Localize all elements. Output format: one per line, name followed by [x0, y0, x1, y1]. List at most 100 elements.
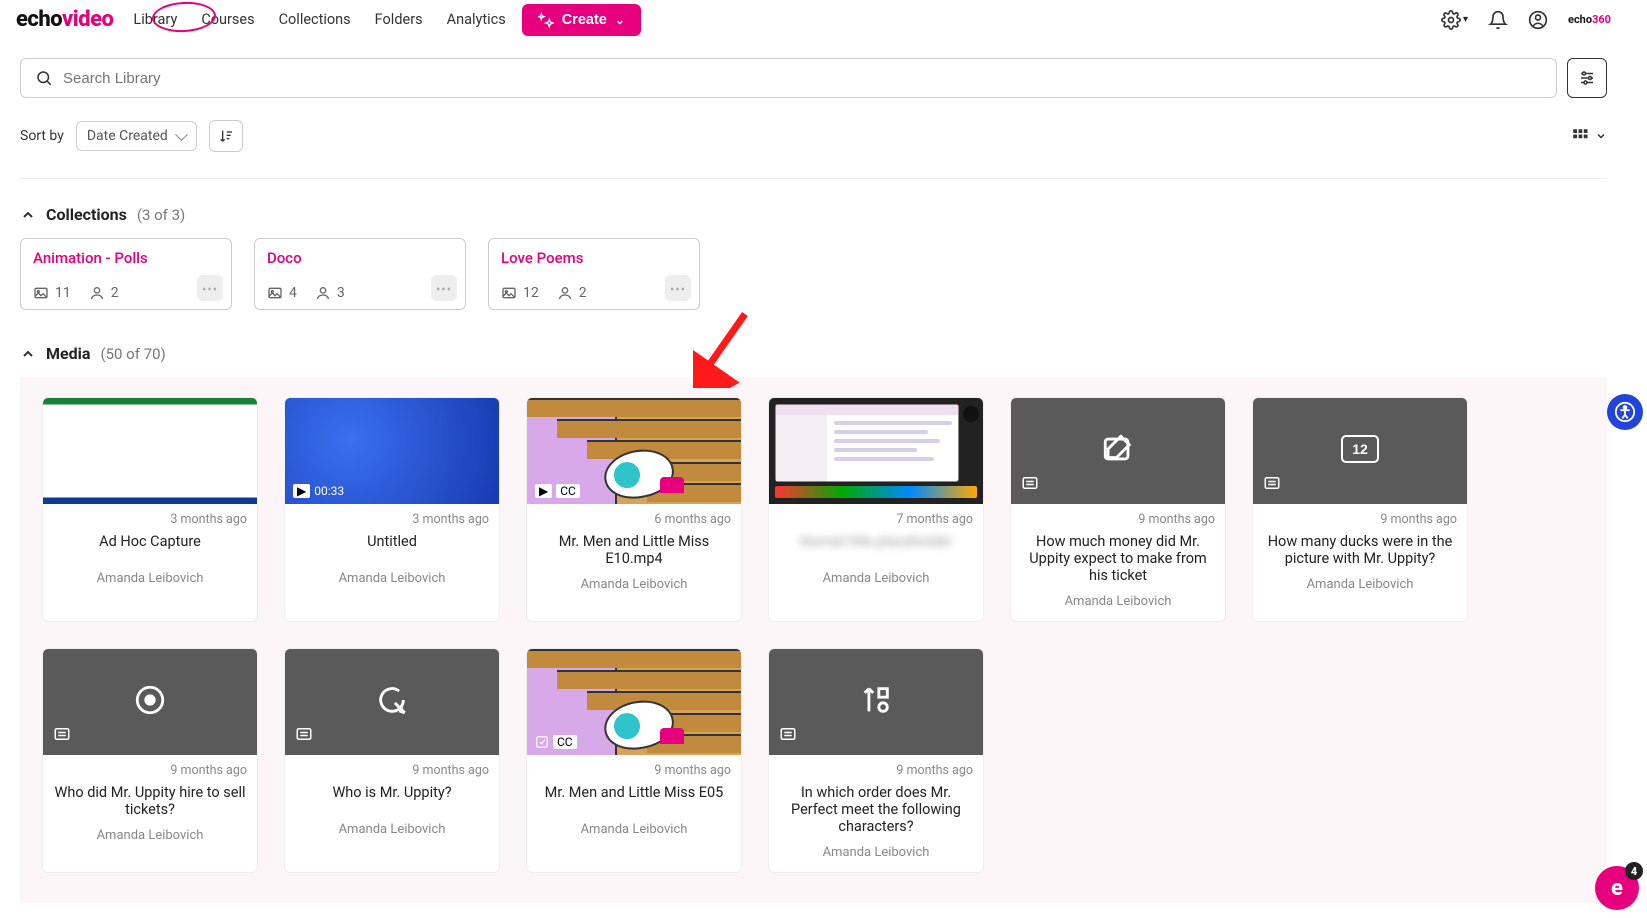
collection-card[interactable]: Animation - Polls 11 2 ⋯	[20, 238, 232, 310]
media-age: 9 months ago	[285, 755, 499, 778]
media-age: 3 months ago	[285, 504, 499, 527]
media-title[interactable]: Who is Mr. Uppity?	[285, 778, 499, 818]
media-title[interactable]: Mr. Men and Little Miss E05	[527, 778, 741, 818]
media-thumbnail[interactable]	[769, 649, 983, 755]
media-title[interactable]: Ad Hoc Capture	[43, 527, 257, 567]
media-thumbnail[interactable]	[43, 649, 257, 755]
media-title[interactable]: Who did Mr. Uppity hire to sell tickets?	[43, 778, 257, 824]
media-card[interactable]: ▶ CC 6 months ago Mr. Men and Little Mis…	[526, 397, 742, 622]
chevron-down-icon: ⌄	[615, 13, 625, 27]
media-card[interactable]: ▶ 00:33 3 months ago Untitled Amanda Lei…	[284, 397, 500, 622]
echo360-logo[interactable]: echo360	[1568, 13, 1611, 26]
media-card[interactable]: 3 months ago Ad Hoc Capture Amanda Leibo…	[42, 397, 258, 622]
collection-title[interactable]: Love Poems	[501, 249, 687, 267]
chevron-up-icon	[20, 346, 36, 362]
media-title[interactable]: Mr. Men and Little Miss E10.mp4	[527, 527, 741, 573]
search-icon	[35, 69, 53, 87]
media-thumbnail[interactable]: 12	[1253, 398, 1467, 504]
member-count: 3	[315, 285, 345, 301]
media-author: Amanda Leibovich	[43, 824, 257, 855]
search-box[interactable]	[20, 58, 1557, 98]
collections-title: Collections	[46, 205, 127, 224]
account-button[interactable]	[1528, 10, 1548, 30]
media-card[interactable]: 9 months ago How much money did Mr. Uppi…	[1010, 397, 1226, 622]
search-input[interactable]	[63, 70, 1542, 87]
media-card[interactable]: 9 months ago In which order does Mr. Per…	[768, 648, 984, 873]
media-author: Amanda Leibovich	[285, 567, 499, 598]
collection-menu-button[interactable]: ⋯	[431, 275, 457, 301]
media-thumbnail[interactable]: ▶ 00:33	[285, 398, 499, 504]
view-switch[interactable]	[1571, 127, 1607, 145]
top-header: echovideo Library Courses Collections Fo…	[0, 0, 1627, 40]
media-icon	[501, 285, 517, 301]
caret-down-icon: ▾	[1463, 14, 1468, 25]
sort-desc-icon	[218, 128, 234, 144]
media-title[interactable]: In which order does Mr. Perfect meet the…	[769, 778, 983, 841]
media-title[interactable]: How much money did Mr. Uppity expect to …	[1011, 527, 1225, 590]
collections-section-header[interactable]: Collections (3 of 3)	[20, 205, 1607, 224]
collection-menu-button[interactable]: ⋯	[665, 275, 691, 301]
help-button[interactable]: e 4	[1595, 866, 1639, 910]
media-thumbnail[interactable]	[285, 649, 499, 755]
media-author: Amanda Leibovich	[1253, 573, 1467, 604]
media-thumbnail[interactable]	[43, 398, 257, 504]
media-section-header[interactable]: Media (50 of 70)	[20, 344, 1607, 363]
media-thumbnail[interactable]	[769, 398, 983, 504]
collection-title[interactable]: Doco	[267, 249, 453, 267]
media-author: Amanda Leibovich	[285, 818, 499, 849]
users-icon	[315, 285, 331, 301]
settings-menu[interactable]: ▾	[1441, 10, 1468, 30]
gear-icon	[1441, 10, 1461, 30]
grid-icon	[1571, 127, 1589, 145]
collection-title[interactable]: Animation - Polls	[33, 249, 219, 267]
filter-button[interactable]	[1567, 58, 1607, 98]
media-age: 3 months ago	[43, 504, 257, 527]
notifications-button[interactable]	[1488, 10, 1508, 30]
collection-card[interactable]: Doco 4 3 ⋯	[254, 238, 466, 310]
nav-library[interactable]: Library	[131, 7, 179, 32]
media-icon	[33, 285, 49, 301]
collection-menu-button[interactable]: ⋯	[197, 275, 223, 301]
media-card[interactable]: 7 months ago blurred title placeholder A…	[768, 397, 984, 622]
nav-collections[interactable]: Collections	[277, 7, 353, 32]
chevron-down-icon	[1595, 130, 1607, 142]
media-age: 9 months ago	[769, 755, 983, 778]
collection-card[interactable]: Love Poems 12 2 ⋯	[488, 238, 700, 310]
sort-label: Sort by	[20, 128, 64, 144]
media-card[interactable]: 9 months ago Who did Mr. Uppity hire to …	[42, 648, 258, 873]
nav-courses[interactable]: Courses	[199, 7, 256, 32]
item-count: 11	[33, 285, 71, 301]
media-thumbnail[interactable]: CC	[527, 649, 741, 755]
collections-count: (3 of 3)	[137, 206, 185, 224]
media-icon	[267, 285, 283, 301]
sort-select[interactable]: Date Created	[76, 121, 197, 151]
media-title[interactable]: How many ducks were in the picture with …	[1253, 527, 1467, 573]
media-title[interactable]: Untitled	[285, 527, 499, 567]
chevron-up-icon	[20, 207, 36, 223]
accessibility-button[interactable]	[1607, 394, 1643, 430]
accessibility-icon	[1614, 401, 1636, 423]
collection-stats: 12 2	[501, 285, 687, 301]
media-card[interactable]: CC 9 months ago Mr. Men and Little Miss …	[526, 648, 742, 873]
member-count: 2	[557, 285, 587, 301]
create-label: Create	[562, 12, 607, 28]
nav-folders[interactable]: Folders	[373, 7, 425, 32]
media-author: Amanda Leibovich	[1011, 590, 1225, 621]
media-title[interactable]: blurred title placeholder	[769, 527, 983, 567]
create-button[interactable]: Create ⌄	[522, 4, 641, 36]
collection-stats: 11 2	[33, 285, 219, 301]
brand-logo[interactable]: echovideo	[16, 7, 113, 32]
user-circle-icon	[1528, 10, 1548, 30]
media-author: Amanda Leibovich	[769, 567, 983, 598]
users-icon	[89, 285, 105, 301]
media-thumbnail[interactable]	[1011, 398, 1225, 504]
sort-direction-button[interactable]	[209, 120, 243, 152]
svg-text:12: 12	[1352, 441, 1368, 457]
media-card[interactable]: 12 9 months ago How many ducks were in t…	[1252, 397, 1468, 622]
media-author: Amanda Leibovich	[43, 567, 257, 598]
media-age: 9 months ago	[43, 755, 257, 778]
media-thumbnail[interactable]: ▶ CC	[527, 398, 741, 504]
media-count: (50 of 70)	[100, 345, 165, 363]
media-card[interactable]: 9 months ago Who is Mr. Uppity? Amanda L…	[284, 648, 500, 873]
nav-analytics[interactable]: Analytics	[445, 7, 508, 32]
